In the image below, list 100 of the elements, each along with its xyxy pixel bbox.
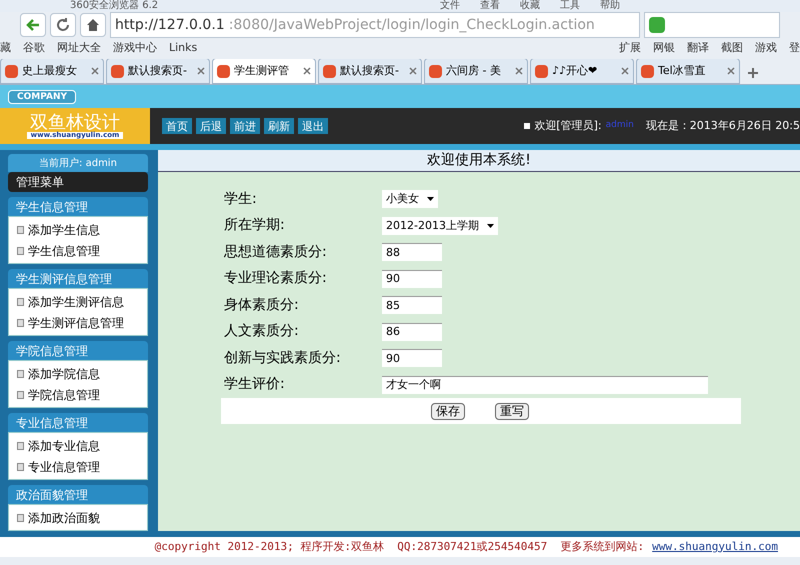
page-icon	[429, 64, 442, 78]
page-icon	[5, 64, 18, 78]
close-icon[interactable]	[409, 67, 417, 76]
search-field[interactable]	[644, 12, 780, 38]
menu-group-header[interactable]: 学生测评信息管理	[8, 269, 148, 288]
menu-item[interactable]: 学生测评信息管理	[28, 314, 124, 332]
form-button[interactable]: 重写	[495, 402, 529, 420]
plus-icon	[748, 68, 758, 78]
current-time: 现在是：2013年6月26日 20:5	[646, 118, 800, 134]
document-icon	[17, 514, 24, 522]
bookmark-item[interactable]: 游戏中心	[113, 40, 157, 57]
document-icon	[17, 370, 24, 378]
browser-tab[interactable]: ♪♪开心❤	[530, 58, 634, 84]
bookmark-item[interactable]: Links	[169, 40, 198, 57]
toolbar-item[interactable]: 截图	[721, 40, 743, 57]
menu-item[interactable]: 添加学院信息	[28, 364, 100, 383]
close-icon[interactable]	[91, 67, 99, 76]
menu-item[interactable]: 工具	[560, 1, 580, 12]
form-button[interactable]: 保存	[431, 402, 465, 420]
page-icon	[641, 64, 654, 78]
close-icon[interactable]	[621, 67, 629, 76]
page-icon	[535, 64, 548, 78]
menu-item[interactable]: 学生信息管理	[28, 242, 100, 260]
select-field[interactable]: 小美女	[382, 190, 438, 208]
menu-item[interactable]: 查看	[480, 1, 500, 12]
user-name: admin	[606, 119, 634, 132]
document-icon	[17, 462, 24, 471]
menu-item[interactable]: 收藏	[520, 1, 540, 12]
menu-group-header[interactable]: 学生信息管理	[8, 197, 148, 216]
close-icon[interactable]	[303, 67, 311, 76]
field-label: 学生评价:	[224, 375, 286, 394]
back-button[interactable]	[20, 13, 46, 38]
document-icon	[17, 390, 24, 399]
nav-button[interactable]: 后退	[196, 118, 226, 134]
page-icon	[217, 64, 230, 78]
menu-item[interactable]: 添加政治面貌	[28, 508, 100, 527]
menu-item[interactable]: 添加学生信息	[28, 220, 100, 239]
menu-group-header[interactable]: 政治面貌管理	[8, 485, 148, 504]
input-field[interactable]: 88	[382, 243, 442, 262]
page-icon	[111, 64, 124, 78]
field-label: 专业理论素质分:	[224, 269, 328, 288]
field-label: 思想道德素质分:	[224, 242, 328, 262]
page-icon	[323, 64, 336, 78]
menu-title-bar: 管理菜单	[8, 172, 148, 192]
document-icon	[17, 246, 24, 255]
toolbar-item[interactable]: 网银	[653, 40, 675, 57]
nav-button[interactable]: 首页	[162, 118, 192, 134]
refresh-icon	[56, 18, 70, 32]
document-icon	[17, 318, 24, 327]
browser-tab[interactable]: 默认搜索页-	[106, 58, 210, 84]
home-button[interactable]	[80, 13, 106, 38]
input-field[interactable]: 85	[382, 296, 442, 314]
menu-item[interactable]: 添加专业信息	[28, 436, 100, 455]
bookmark-item[interactable]: 藏	[0, 40, 11, 57]
browser-tab[interactable]: 六间房 - 美	[424, 58, 528, 84]
address-field[interactable]: http://127.0.0.1 :8080/JavaWebProject/login/login_CheckLogin.action	[110, 12, 640, 38]
browser-tab[interactable]: 史上最瘦女	[0, 58, 104, 84]
field-label: 所在学期:	[224, 216, 286, 236]
menu-item[interactable]: 添加学生测评信息	[28, 292, 124, 311]
company-badge: COMPANY	[8, 90, 76, 104]
website-link[interactable]: www.shuangyulin.com	[652, 538, 778, 556]
select-field[interactable]: 2012-2013上学期	[382, 216, 498, 235]
toolbar-item[interactable]: 登	[789, 40, 800, 57]
input-field[interactable]: 90	[382, 270, 442, 288]
toolbar-item[interactable]: 扩展	[619, 40, 641, 57]
field-label: 身体素质分:	[224, 296, 300, 315]
menu-item[interactable]: 文件	[440, 1, 460, 12]
welcome-text: 欢迎[管理员]:	[534, 118, 602, 134]
window-title: 360安全浏览器 6.2	[70, 1, 158, 12]
close-icon[interactable]	[727, 67, 735, 76]
back-arrow-icon	[26, 19, 40, 32]
bookmark-item[interactable]: 谷歌	[23, 40, 45, 57]
browser-tab[interactable]: Tel冰雪直	[636, 58, 740, 84]
browser-tab[interactable]: 学生测评管	[212, 58, 316, 84]
menu-group-header[interactable]: 专业信息管理	[8, 413, 148, 432]
menu-item[interactable]: 专业信息管理	[28, 458, 100, 476]
nav-button[interactable]: 退出	[298, 118, 328, 134]
menu-group-header[interactable]: 学院信息管理	[8, 341, 148, 360]
input-field[interactable]: 86	[382, 322, 442, 341]
input-field[interactable]: 才女一个啊	[382, 376, 708, 394]
bookmark-item[interactable]: 网址大全	[57, 40, 101, 57]
field-label: 人文素质分:	[224, 322, 300, 342]
close-icon[interactable]	[197, 67, 205, 76]
home-icon	[87, 19, 99, 32]
menu-item[interactable]: 学院信息管理	[28, 386, 100, 404]
document-icon	[17, 226, 24, 234]
browser-tab[interactable]: 默认搜索页-	[318, 58, 422, 84]
field-label: 创新与实践素质分:	[224, 348, 342, 368]
current-user-bar: 当前用户: admin	[8, 154, 148, 172]
document-icon	[17, 298, 24, 306]
toolbar-item[interactable]: 游戏	[755, 40, 777, 57]
dropdown-icon	[486, 224, 494, 228]
copyright-text: @copyright 2012-2013; 程序开发:双鱼林 QQ:287307421或254540457 更多系统到网站:	[154, 538, 644, 555]
close-icon[interactable]	[515, 67, 523, 76]
toolbar-item[interactable]: 翻译	[687, 40, 709, 57]
nav-button[interactable]: 前进	[230, 118, 260, 134]
input-field[interactable]: 90	[382, 349, 442, 368]
nav-button[interactable]: 刷新	[264, 118, 294, 134]
menu-item[interactable]: 帮助	[600, 1, 620, 12]
refresh-button[interactable]	[50, 13, 76, 38]
